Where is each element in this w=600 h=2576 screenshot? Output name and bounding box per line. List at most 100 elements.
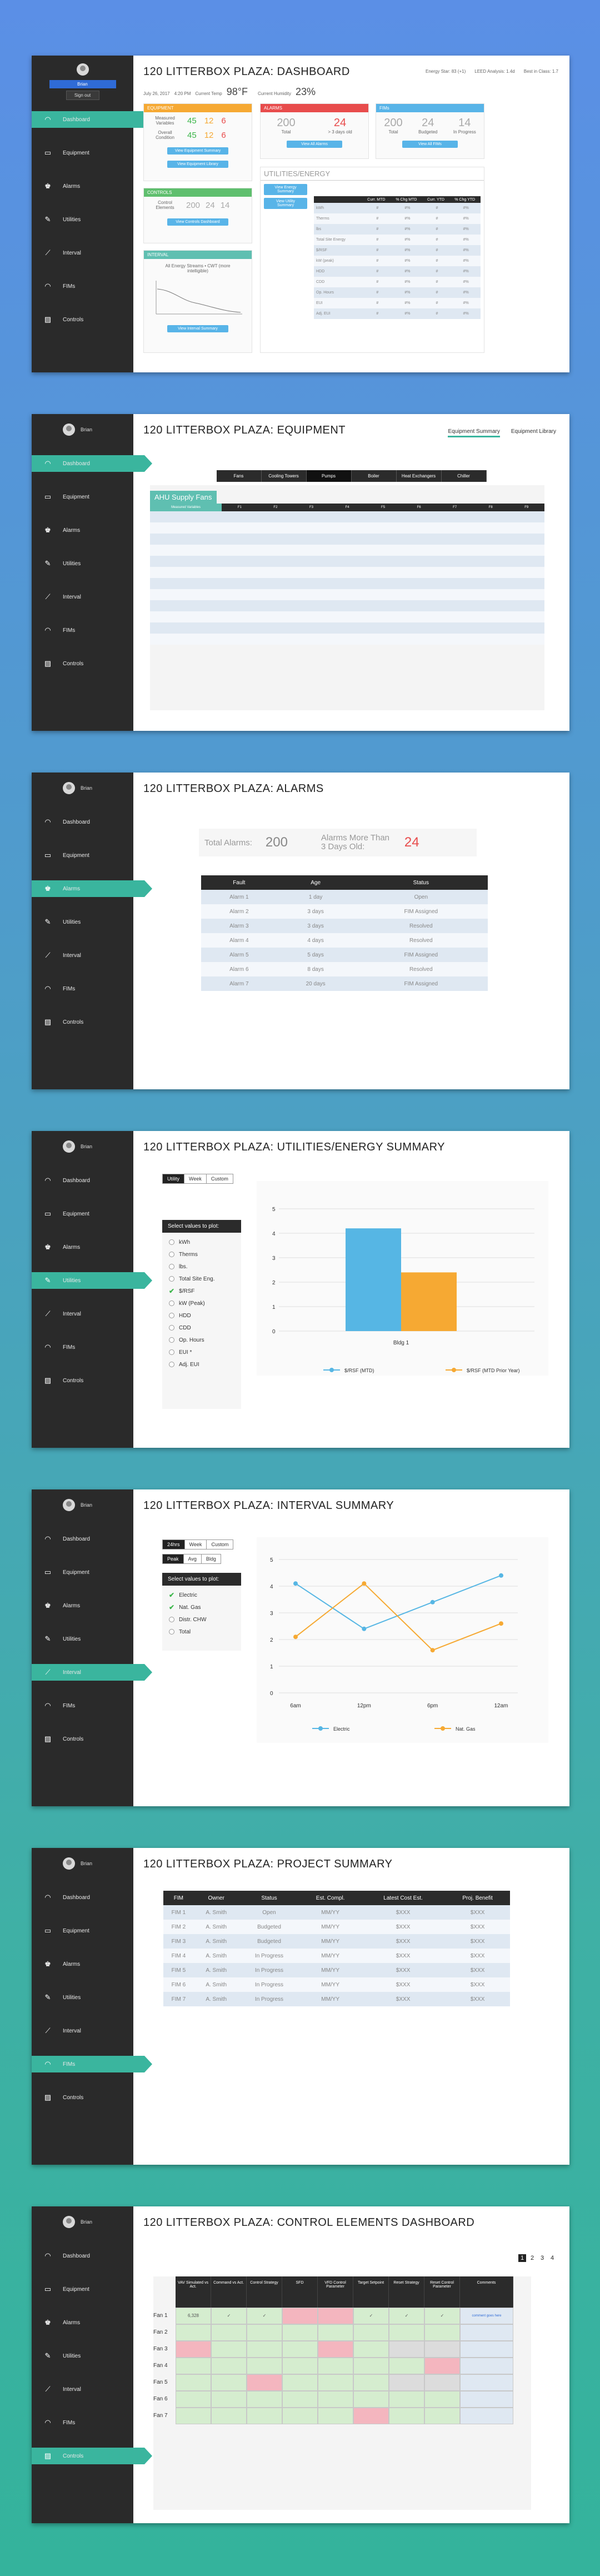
sidebar-item-utilities[interactable]: ✎ Utilities [32,1989,133,2006]
avatar[interactable] [63,423,75,436]
status-cell[interactable] [318,2374,353,2391]
sidebar-item-equipment[interactable]: ▭ Equipment [32,489,133,505]
status-cell[interactable] [389,2341,424,2358]
sidebar-item-dashboard[interactable]: ◠ Dashboard [32,1889,133,1906]
sidebar-item-alarms[interactable]: ♚ Alarms [32,1239,133,1255]
status-cell[interactable] [176,2391,211,2408]
status-cell[interactable] [424,2341,460,2358]
avatar[interactable] [63,1857,75,1870]
sidebar-item-equipment[interactable]: ▭ Equipment [32,2281,133,2298]
sidebar-item-alarms[interactable]: ♚ Alarms [32,1597,133,1614]
table-row[interactable]: FIM 6 A. Smith In Progress MM/YY $XXX $XXX [163,1977,510,1992]
radio-button[interactable] [169,1325,174,1331]
data-point[interactable] [362,1581,367,1586]
tab-boiler[interactable]: Boiler [352,470,397,482]
status-cell[interactable] [282,2358,318,2374]
sidebar-item-dashboard[interactable]: ◠ Dashboard [32,2248,133,2264]
energy-star-link[interactable]: Energy Star: 83 (+1) [426,69,466,74]
avatar[interactable] [63,1499,75,1511]
segment-week[interactable]: Week [184,1540,207,1549]
sidebar-item-controls[interactable]: ▨ Controls [32,1014,133,1030]
sidebar-item-controls[interactable]: ▨ Controls [32,2448,152,2464]
sidebar-item-interval[interactable]: ⟋ Interval [32,1306,133,1322]
status-cell[interactable] [353,2358,389,2374]
view-energy-summary-button[interactable]: View Energy Summary [264,184,307,195]
data-point[interactable] [499,1573,503,1578]
sidebar-item-fims[interactable]: ◠ FIMs [32,1697,133,1714]
radio-button[interactable] [169,1301,174,1306]
sidebar-item-equipment[interactable]: ▭ Equipment [32,145,133,161]
status-cell[interactable] [318,2324,353,2341]
sidebar-item-alarms[interactable]: ♚ Alarms [32,522,133,539]
status-cell[interactable] [389,2408,424,2424]
segment-peak[interactable]: Peak [163,1554,184,1563]
sidebar-item-equipment[interactable]: ▭ Equipment [32,1205,133,1222]
sidebar-item-equipment[interactable]: ▭ Equipment [32,1922,133,1939]
leed-analysis-link[interactable]: LEED Analysis: 1.4d [474,69,514,74]
sidebar-item-interval[interactable]: ⟋ Interval [32,947,133,964]
status-cell[interactable] [353,2391,389,2408]
status-cell[interactable] [211,2324,247,2341]
status-cell[interactable] [282,2391,318,2408]
avatar[interactable] [63,1140,75,1153]
sign-out-link[interactable]: Sign out [66,91,99,100]
view-equipment-summary-button[interactable]: View Equipment Summary [167,147,228,155]
radio-button[interactable] [169,1362,174,1367]
status-cell[interactable] [282,2308,318,2324]
data-point[interactable] [430,1600,435,1605]
sidebar-item-fims[interactable]: ◠ FIMs [32,1339,133,1356]
comment-cell[interactable]: comment goes here [460,2308,513,2324]
sidebar-item-utilities[interactable]: ✎ Utilities [32,1631,133,1647]
status-cell[interactable] [389,2324,424,2341]
status-cell[interactable] [247,2358,282,2374]
status-cell[interactable] [247,2408,282,2424]
sidebar-item-interval[interactable]: ⟋ Interval [32,245,133,261]
sidebar-item-dashboard[interactable]: ◠ Dashboard [32,111,152,128]
value-option[interactable]: kW (Peak) [162,1297,241,1309]
status-cell[interactable] [318,2408,353,2424]
checkmark-icon[interactable]: ✔ [169,1591,174,1599]
sidebar-item-controls[interactable]: ▨ Controls [32,655,133,672]
data-point[interactable] [293,1635,298,1640]
sidebar-item-fims[interactable]: ◠ FIMs [32,622,133,639]
data-point[interactable] [362,1626,367,1631]
best-in-class-link[interactable]: Best in Class: 1.7 [524,69,558,74]
status-cell[interactable] [424,2358,460,2374]
sidebar-item-fims[interactable]: ◠ FIMs [32,278,133,295]
data-point[interactable] [499,1621,503,1626]
sidebar-item-dashboard[interactable]: ◠ Dashboard [32,455,152,472]
status-cell[interactable] [282,2374,318,2391]
table-row[interactable]: FIM 2 A. Smith Budgeted MM/YY $XXX $XXX [163,1920,510,1934]
radio-button[interactable] [169,1337,174,1343]
status-cell[interactable] [247,2324,282,2341]
status-cell[interactable] [424,2324,460,2341]
view-controls-dashboard-button[interactable]: View Controls Dashboard [167,218,228,226]
view-utility-summary-button[interactable]: View Utility Summary [264,198,307,209]
comment-cell[interactable] [460,2358,513,2374]
page-4-button[interactable]: 4 [548,2254,556,2262]
status-cell[interactable] [176,2374,211,2391]
value-option[interactable]: Adj. EUI [162,1358,241,1371]
view-equipment-library-button[interactable]: View Equipment Library [167,161,228,168]
value-option[interactable]: Therms [162,1248,241,1260]
status-cell[interactable] [282,2324,318,2341]
data-point[interactable] [293,1581,298,1586]
status-cell[interactable] [318,2341,353,2358]
avatar[interactable] [63,2216,75,2228]
sidebar-item-dashboard[interactable]: ◠ Dashboard [32,814,133,830]
status-cell[interactable] [389,2374,424,2391]
radio-button[interactable] [169,1276,174,1282]
sidebar-item-fims[interactable]: ◠ FIMs [32,2414,133,2431]
status-cell[interactable] [318,2391,353,2408]
sidebar-item-alarms[interactable]: ♚ Alarms [32,178,133,195]
sidebar-item-fims[interactable]: ◠ FIMs [32,980,133,997]
sidebar-item-interval[interactable]: ⟋ Interval [32,2381,133,2398]
bar[interactable] [346,1228,401,1331]
table-row[interactable]: FIM 3 A. Smith Budgeted MM/YY $XXX $XXX [163,1934,510,1949]
view-interval-summary-button[interactable]: View Interval Summary [167,325,228,332]
status-cell[interactable] [424,2374,460,2391]
segment-custom[interactable]: Custom [206,1174,233,1183]
checkmark-icon[interactable]: ✓ [424,2308,460,2324]
comment-cell[interactable] [460,2341,513,2358]
value-option[interactable]: EUI * [162,1346,241,1358]
